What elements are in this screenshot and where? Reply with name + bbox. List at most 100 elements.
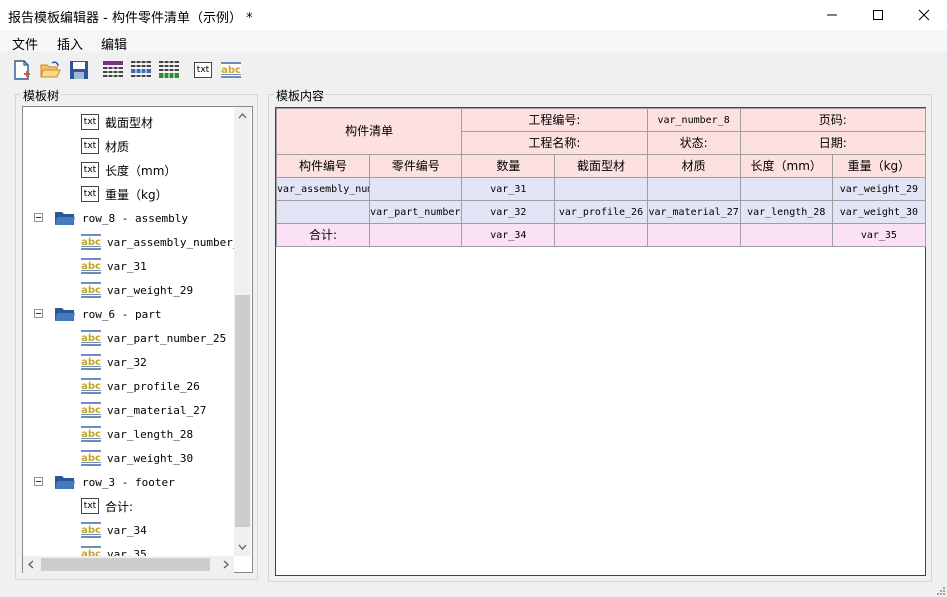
- tree-leaf-node[interactable]: abc var_31: [81, 255, 147, 277]
- tree-leaf-node[interactable]: abc var_profile_26: [81, 375, 200, 397]
- tree-node-label: 截面型材: [105, 115, 154, 130]
- footer-cell[interactable]: [739, 223, 833, 247]
- variable-field-icon: abc: [81, 234, 101, 250]
- toolbar: txt abc: [0, 55, 947, 85]
- assembly-cell[interactable]: [369, 177, 463, 201]
- text-field-icon: txt: [81, 162, 99, 178]
- tree-leaf-node[interactable]: abc var_weight_30: [81, 447, 193, 469]
- menu-insert[interactable]: 插入: [57, 34, 83, 53]
- tree-folder-node[interactable]: row_6 - part: [34, 303, 162, 325]
- column-header-cell[interactable]: 截面型材: [554, 154, 648, 178]
- tree-node-label: row_6 - part: [82, 307, 162, 321]
- assembly-cell[interactable]: var_31: [461, 177, 556, 201]
- part-cell[interactable]: var_weight_30: [831, 200, 927, 224]
- table-footer-button[interactable]: [157, 58, 181, 82]
- tree-node-label: var_32: [107, 355, 147, 369]
- footer-cell[interactable]: var_35: [831, 223, 927, 247]
- assembly-cell[interactable]: [646, 177, 741, 201]
- insert-variable-button[interactable]: abc: [219, 58, 243, 82]
- tree-leaf-node[interactable]: txt 长度（mm）: [81, 159, 176, 181]
- open-folder-icon: [40, 61, 61, 78]
- assembly-cell[interactable]: var_assembly_number_24: [275, 177, 371, 201]
- column-header-cell[interactable]: 数量: [461, 154, 556, 178]
- variable-field-icon: abc: [81, 402, 101, 418]
- tree-node-label: var_profile_26: [107, 379, 200, 393]
- column-header-cell[interactable]: 构件编号: [275, 154, 371, 178]
- template-content-label: 模板内容: [274, 87, 327, 104]
- report-title-cell[interactable]: 构件清单: [275, 108, 463, 155]
- variable-field-icon: abc: [221, 62, 241, 78]
- table-header-button[interactable]: [101, 58, 125, 82]
- variable-field-icon: abc: [81, 426, 101, 442]
- minimize-button[interactable]: [809, 0, 855, 30]
- report-canvas[interactable]: 构件清单 工程编号: var_number_8 页码: 工程名称: 状态: 日期…: [275, 107, 927, 576]
- page-label-cell[interactable]: 页码:: [739, 108, 927, 132]
- collapse-toggle-icon[interactable]: [34, 213, 43, 222]
- collapse-toggle-icon[interactable]: [34, 477, 43, 486]
- variable-field-icon: abc: [81, 258, 101, 274]
- scrollbar-thumb[interactable]: [235, 295, 250, 527]
- tree-vertical-scrollbar[interactable]: [234, 107, 251, 556]
- assembly-cell[interactable]: [554, 177, 648, 201]
- tree-leaf-node[interactable]: txt 重量（kg）: [81, 183, 168, 205]
- text-field-icon: txt: [81, 186, 99, 202]
- menu-file[interactable]: 文件: [12, 34, 38, 53]
- tree-leaf-node[interactable]: abc var_material_27: [81, 399, 206, 421]
- part-cell[interactable]: [275, 200, 371, 224]
- tree-leaf-node[interactable]: txt 材质: [81, 135, 129, 157]
- close-button[interactable]: [901, 0, 947, 30]
- column-header-cell[interactable]: 长度（mm）: [739, 154, 833, 178]
- tree-leaf-node[interactable]: abc var_part_number_25: [81, 327, 226, 349]
- footer-cell[interactable]: 合计:: [275, 223, 371, 247]
- menu-edit[interactable]: 编辑: [101, 34, 127, 53]
- table-body-button[interactable]: [129, 58, 153, 82]
- tree-leaf-node[interactable]: abc var_length_28: [81, 423, 193, 445]
- tree-leaf-node[interactable]: abc var_34: [81, 519, 147, 541]
- open-button[interactable]: [38, 58, 62, 82]
- window-title: 报告模板编辑器 - 构件零件清单（示例） *: [8, 11, 253, 26]
- assembly-cell[interactable]: [739, 177, 833, 201]
- assembly-row: var_assembly_number_24 var_31 var_weight…: [275, 177, 927, 201]
- project-number-var-cell[interactable]: var_number_8: [646, 108, 741, 132]
- template-tree[interactable]: txt 截面型材 txt 材质 txt 长度（mm） txt 重量（kg） row_8 - as…: [22, 106, 253, 573]
- part-cell[interactable]: var_profile_26: [554, 200, 648, 224]
- footer-cell[interactable]: [646, 223, 741, 247]
- column-header-cell[interactable]: 材质: [646, 154, 741, 178]
- part-cell[interactable]: var_32: [461, 200, 556, 224]
- status-label-cell[interactable]: 状态:: [646, 131, 741, 155]
- folder-icon: [55, 212, 75, 225]
- footer-cell[interactable]: [554, 223, 648, 247]
- column-header-cell[interactable]: 零件编号: [369, 154, 463, 178]
- scrollbar-thumb[interactable]: [41, 558, 210, 571]
- assembly-cell[interactable]: var_weight_29: [831, 177, 927, 201]
- report-table: 构件清单 工程编号: var_number_8 页码: 工程名称: 状态: 日期…: [275, 108, 927, 247]
- text-field-icon: txt: [81, 138, 99, 154]
- new-file-button[interactable]: [10, 58, 34, 82]
- maximize-button[interactable]: [855, 0, 901, 30]
- insert-text-button[interactable]: txt: [191, 58, 215, 82]
- tree-folder-node[interactable]: row_3 - footer: [34, 471, 175, 493]
- footer-cell[interactable]: var_34: [461, 223, 556, 247]
- collapse-toggle-icon[interactable]: [34, 309, 43, 318]
- tree-leaf-node[interactable]: txt 截面型材: [81, 111, 153, 133]
- tree-leaf-node[interactable]: txt 合计:: [81, 495, 133, 517]
- tree-node-label: 重量（kg）: [105, 187, 168, 202]
- part-cell[interactable]: var_material_27: [646, 200, 741, 224]
- scroll-up-icon: [238, 113, 247, 119]
- save-button[interactable]: [67, 58, 91, 82]
- project-name-label-cell[interactable]: 工程名称:: [461, 131, 648, 155]
- tree-leaf-node[interactable]: abc var_assembly_number_2: [81, 231, 246, 253]
- tree-horizontal-scrollbar[interactable]: [23, 556, 234, 573]
- column-header-cell[interactable]: 重量（kg）: [831, 154, 927, 178]
- project-number-label-cell[interactable]: 工程编号:: [461, 108, 648, 132]
- tree-leaf-node[interactable]: abc var_weight_29: [81, 279, 193, 301]
- tree-node-label: row_3 - footer: [82, 475, 175, 489]
- tree-folder-node[interactable]: row_8 - assembly: [34, 207, 188, 229]
- scroll-left-icon: [28, 560, 34, 569]
- tree-leaf-node[interactable]: abc var_32: [81, 351, 147, 373]
- part-cell[interactable]: var_part_number_25: [369, 200, 463, 224]
- part-cell[interactable]: var_length_28: [739, 200, 833, 224]
- date-label-cell[interactable]: 日期:: [739, 131, 927, 155]
- resize-grip-icon[interactable]: [935, 585, 945, 595]
- footer-cell[interactable]: [369, 223, 463, 247]
